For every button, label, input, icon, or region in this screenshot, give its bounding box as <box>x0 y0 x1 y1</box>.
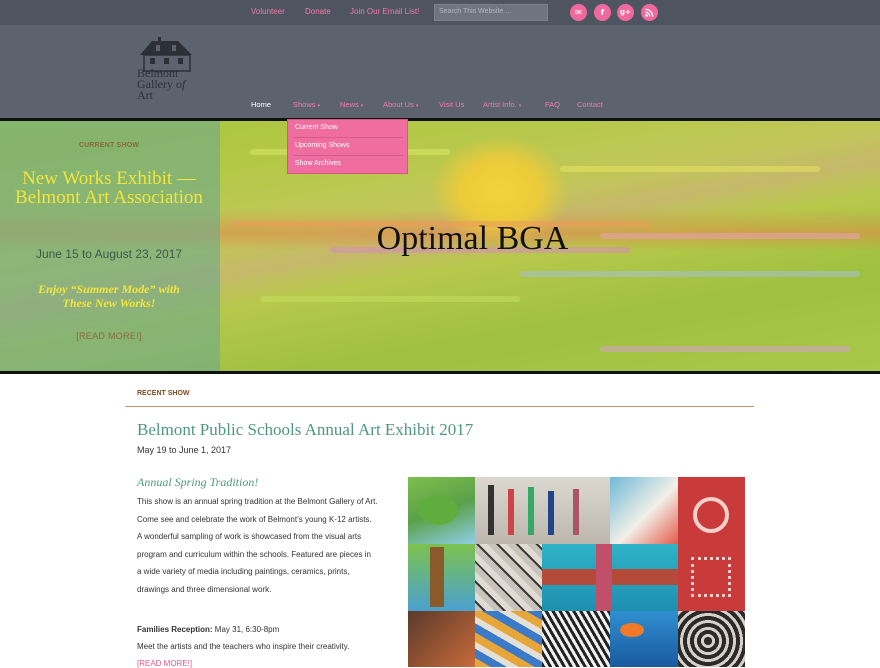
top-utility-bar: Volunteer Donate Join Our Email List! Se… <box>0 0 880 25</box>
chevron-down-icon: ▾ <box>518 103 522 109</box>
nav-shows-label: Shows <box>293 100 316 109</box>
body-line: drawings and three dimensional work. <box>137 585 272 594</box>
nav-about-label: About Us <box>383 100 414 109</box>
recent-show-title[interactable]: Belmont Public Schools Annual Art Exhibi… <box>137 420 473 440</box>
nav-artist-label: Artist Info. <box>483 100 517 109</box>
dropdown-divider <box>293 155 403 156</box>
site-header: Belmont Gallery of Art Home Shows ▾ News ▾… <box>0 25 880 118</box>
body-line: a wide variety of media including painti… <box>137 567 350 576</box>
chevron-down-icon: ▾ <box>415 103 419 109</box>
body-line: Come see and celebrate the work of Belmo… <box>137 515 372 524</box>
current-show-read-more[interactable]: [READ MORE!] <box>0 331 218 341</box>
hero-overlay-title: Optimal BGA <box>376 220 569 257</box>
google-plus-icon[interactable]: g+ <box>617 4 634 21</box>
current-show-panel: CURRENT SHOW New Works Exhibit — Belmont… <box>0 121 220 371</box>
chevron-down-icon: ▾ <box>317 103 321 109</box>
dropdown-divider <box>293 137 403 138</box>
current-show-kicker: CURRENT SHOW <box>78 142 140 149</box>
paint-streak <box>600 346 850 352</box>
logo-text: Belmont Gallery of Art <box>137 66 186 102</box>
current-show-tagline: Enjoy “Summer Mode” with These New Works… <box>38 282 180 310</box>
shows-dropdown-menu: Current Show Upcoming Shows Show Archive… <box>287 119 408 174</box>
paint-streak <box>260 296 520 302</box>
email-icon[interactable]: ✉ <box>570 4 587 21</box>
donate-link[interactable]: Donate <box>305 7 331 16</box>
volunteer-link[interactable]: Volunteer <box>251 7 285 16</box>
reception-note: Meet the artists and the teachers who in… <box>137 642 350 651</box>
body-line: A wonderful sampling of work is showcase… <box>137 532 362 541</box>
nav-faq[interactable]: FAQ <box>545 100 560 109</box>
dropdown-item-show-archives[interactable]: Show Archives <box>295 160 341 167</box>
nav-home[interactable]: Home <box>251 100 271 109</box>
search-input[interactable]: Search This Website ... <box>434 4 548 21</box>
nav-shows[interactable]: Shows ▾ <box>293 100 320 109</box>
reception-line: Families Reception: May 31, 6:30-8pm <box>137 625 279 634</box>
body-line: This show is an annual spring tradition … <box>137 497 378 506</box>
body-line: program and curriculum within the school… <box>137 550 371 559</box>
reception-label: Families Reception: <box>137 625 213 634</box>
facebook-icon[interactable]: f <box>594 4 611 21</box>
current-show-dates: June 15 to August 23, 2017 <box>35 247 183 261</box>
email-list-link[interactable]: Join Our Email List! <box>350 7 419 16</box>
dropdown-item-upcoming-shows[interactable]: Upcoming Shows <box>295 142 349 149</box>
chevron-down-icon: ▾ <box>360 103 364 109</box>
recent-show-kicker: RECENT SHOW <box>137 390 190 397</box>
paint-streak <box>520 271 860 277</box>
nav-about-us[interactable]: About Us ▾ <box>383 100 418 109</box>
rss-icon[interactable] <box>641 4 658 21</box>
section-divider <box>125 406 754 407</box>
nav-news-label: News <box>340 100 359 109</box>
recent-show-subtitle: Annual Spring Tradition! <box>137 475 259 489</box>
dropdown-item-current-show[interactable]: Current Show <box>295 124 338 131</box>
recent-show-dates: May 19 to June 1, 2017 <box>137 445 232 455</box>
student-art-collage-image <box>408 477 745 667</box>
site-logo[interactable]: Belmont Gallery of Art <box>134 33 198 113</box>
nav-news[interactable]: News ▾ <box>340 100 363 109</box>
nav-contact[interactable]: Contact <box>577 100 603 109</box>
nav-visit-us[interactable]: Visit Us <box>439 100 464 109</box>
reception-value: May 31, 6:30-8pm <box>212 625 280 634</box>
nav-artist-info[interactable]: Artist Info. ▾ <box>483 100 521 109</box>
current-show-title[interactable]: New Works Exhibit — Belmont Art Associat… <box>0 169 218 207</box>
paint-streak <box>560 166 820 172</box>
